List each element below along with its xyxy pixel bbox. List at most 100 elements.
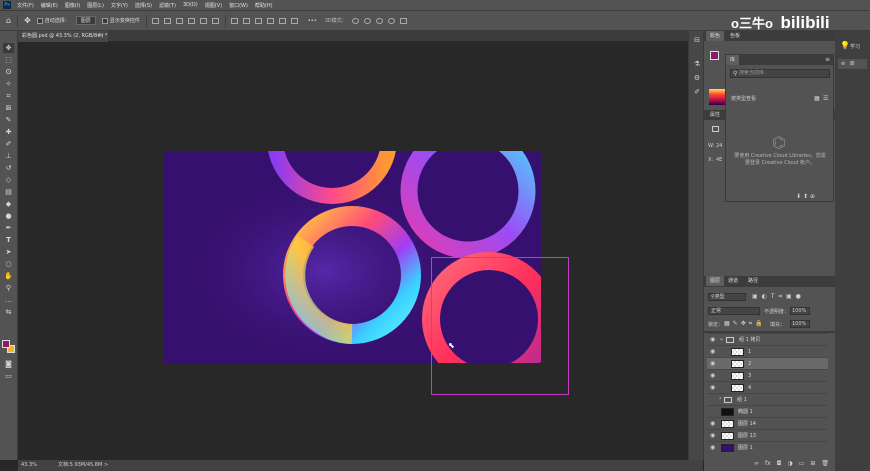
- 3d-pan-icon[interactable]: [375, 17, 383, 24]
- tab-layers[interactable]: 图层: [706, 276, 725, 286]
- distribute-bottom-icon[interactable]: [254, 17, 262, 24]
- healing-brush-icon[interactable]: ✚: [3, 127, 14, 137]
- grid-view-icon[interactable]: ▦: [814, 95, 820, 102]
- learn-button[interactable]: 学习: [850, 43, 860, 50]
- align-left-icon[interactable]: [187, 17, 195, 24]
- menu-help[interactable]: 帮助(H): [255, 2, 273, 9]
- properties-w-value[interactable]: 24: [716, 143, 722, 149]
- 3d-orbit-icon[interactable]: [351, 17, 359, 24]
- panel-menu-icon[interactable]: ≡: [825, 56, 830, 63]
- new-layer-icon[interactable]: ⊞: [810, 460, 815, 467]
- 3d-scale-icon[interactable]: [399, 17, 407, 24]
- eye-icon[interactable]: ◉: [710, 384, 715, 391]
- pen-tool-icon[interactable]: ✒: [3, 223, 14, 233]
- navigator-panel-icon[interactable]: ⚗: [692, 59, 702, 69]
- layer-filter-dropdown[interactable]: ⚲类型: [708, 293, 746, 301]
- library-footer-icons[interactable]: ⬇⬆⊕: [796, 193, 817, 200]
- zoom-tool-icon[interactable]: ⚲: [3, 283, 14, 293]
- gradient-icon[interactable]: ▤: [3, 187, 14, 197]
- type-tool-icon[interactable]: T: [3, 235, 14, 245]
- history-brush-icon[interactable]: ↺: [3, 163, 14, 173]
- menu-type[interactable]: 文字(Y): [111, 2, 128, 9]
- group-chevron-icon[interactable]: ›: [719, 395, 721, 402]
- blend-mode-dropdown[interactable]: 正常: [708, 307, 760, 315]
- brush-panel-icon[interactable]: ✐: [692, 87, 702, 97]
- menu-edit[interactable]: 编辑(E): [41, 2, 58, 9]
- dodge-tool-icon[interactable]: ●: [3, 211, 14, 221]
- tab-paths[interactable]: 路径: [744, 276, 762, 286]
- opacity-field[interactable]: 100%: [790, 307, 810, 315]
- clone-stamp-icon[interactable]: ⊥: [3, 151, 14, 161]
- distribute-right-icon[interactable]: [290, 17, 298, 24]
- fill-field[interactable]: 100%: [790, 320, 810, 328]
- 3d-roll-icon[interactable]: [363, 17, 371, 24]
- eye-icon[interactable]: ◉: [710, 360, 715, 367]
- eye-icon[interactable]: ◉: [710, 348, 715, 355]
- distribute-center-icon[interactable]: [278, 17, 286, 24]
- new-group-icon[interactable]: ▭: [799, 460, 805, 467]
- hand-tool-icon[interactable]: ✋: [3, 271, 14, 281]
- layer-row[interactable]: ◉ ⌄ 组 1 拷贝: [707, 333, 828, 345]
- adjustments-panel-icon[interactable]: ⚙: [692, 73, 702, 83]
- more-options-button[interactable]: •••: [308, 16, 317, 25]
- auto-select-checkbox[interactable]: 自动选择：: [36, 16, 70, 25]
- home-icon[interactable]: ⌂: [6, 16, 11, 25]
- menu-view[interactable]: 视图(V): [205, 2, 222, 9]
- layer-row[interactable]: ◉ 1: [707, 345, 828, 357]
- lightbulb-icon[interactable]: 💡: [840, 41, 850, 50]
- magic-wand-icon[interactable]: ✧: [3, 79, 14, 89]
- document-tab[interactable]: 彩色圆.psd @ 43.3% (2, RGB/8#) * ×: [18, 31, 108, 42]
- distribute-middle-icon[interactable]: [242, 17, 250, 24]
- fx-icon[interactable]: fx: [765, 460, 771, 467]
- eye-icon[interactable]: ◉: [710, 372, 715, 379]
- menu-filter[interactable]: 滤镜(T): [159, 2, 176, 9]
- list-view-icon[interactable]: ☰: [823, 95, 828, 102]
- path-select-icon[interactable]: ➤: [3, 247, 14, 257]
- mask-icon[interactable]: ◘: [777, 460, 782, 467]
- frame-tool-icon[interactable]: ⊠: [3, 103, 14, 113]
- transform-bounding-box[interactable]: [431, 257, 569, 395]
- blur-tool-icon[interactable]: ◆: [3, 199, 14, 209]
- layer-row[interactable]: 椭圆 1: [707, 405, 828, 417]
- tab-color[interactable]: 颜色: [706, 31, 725, 41]
- foreground-color-swatch[interactable]: [2, 340, 10, 348]
- fg-color-chip[interactable]: [710, 51, 719, 60]
- eye-icon[interactable]: ◉: [710, 336, 715, 343]
- libraries-button[interactable]: ⊚ 库: [838, 59, 867, 69]
- 3d-slide-icon[interactable]: [387, 17, 395, 24]
- menu-image[interactable]: 图像(I): [65, 2, 80, 9]
- tab-swatches[interactable]: 色板: [726, 31, 744, 41]
- distribute-left-icon[interactable]: [266, 17, 274, 24]
- link-layers-icon[interactable]: ∞: [754, 460, 759, 467]
- lock-icons[interactable]: ▦✎✥⌗🔒: [724, 320, 766, 328]
- layer-row[interactable]: ◉ 4: [707, 381, 828, 393]
- align-top-icon[interactable]: [151, 17, 159, 24]
- library-view-label[interactable]: 按类型查看: [731, 95, 756, 102]
- align-right-icon[interactable]: [211, 17, 219, 24]
- eraser-icon[interactable]: ◇: [3, 175, 14, 185]
- menu-file[interactable]: 文件(F): [17, 2, 34, 9]
- layer-row[interactable]: ◉ 图层 1: [707, 441, 828, 453]
- zoom-level[interactable]: 43.3%: [21, 460, 37, 471]
- swap-colors-icon[interactable]: ⇆: [3, 307, 14, 317]
- shape-tool-icon[interactable]: ○: [3, 259, 14, 269]
- adjustment-layer-icon[interactable]: ◑: [787, 460, 792, 467]
- align-bottom-icon[interactable]: [175, 17, 183, 24]
- layer-row[interactable]: ◉ 图层 13: [707, 429, 828, 441]
- distribute-top-icon[interactable]: [230, 17, 238, 24]
- screen-mode-icon[interactable]: ▭: [3, 371, 14, 381]
- align-middle-icon[interactable]: [163, 17, 171, 24]
- group-chevron-icon[interactable]: ⌄: [719, 335, 724, 342]
- properties-x-value[interactable]: 4E: [716, 157, 722, 163]
- close-icon[interactable]: ×: [100, 31, 104, 42]
- menu-3d[interactable]: 3D(D): [183, 2, 198, 8]
- library-search-input[interactable]: 搜索当前库: [730, 69, 830, 78]
- align-center-icon[interactable]: [199, 17, 207, 24]
- auto-select-dropdown[interactable]: 图层: [75, 16, 96, 25]
- crop-tool-icon[interactable]: ⌗: [3, 91, 14, 101]
- tab-channels[interactable]: 通道: [724, 276, 742, 286]
- layer-row[interactable]: › 组 1: [707, 393, 828, 405]
- brush-tool-icon[interactable]: ✐: [3, 139, 14, 149]
- status-menu-arrow[interactable]: >: [104, 460, 108, 471]
- eye-icon[interactable]: ◉: [710, 444, 715, 451]
